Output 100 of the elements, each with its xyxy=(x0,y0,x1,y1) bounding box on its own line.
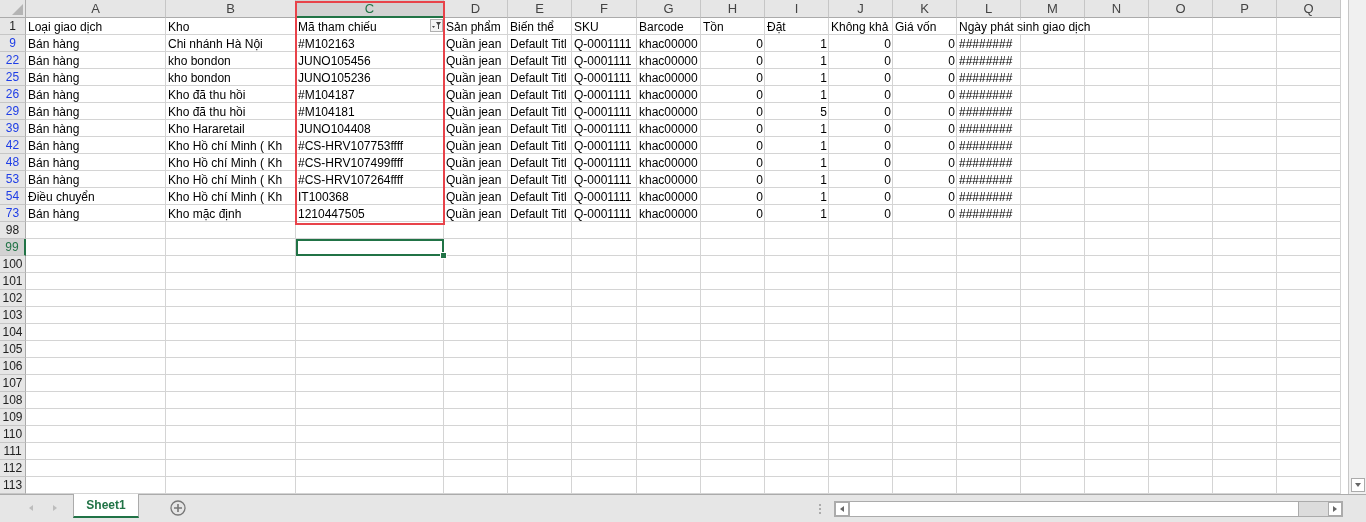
cell-text: Default Titl xyxy=(510,189,567,204)
row-header[interactable]: 109 xyxy=(0,409,26,426)
row-header[interactable]: 39 xyxy=(0,120,26,137)
row-header[interactable]: 25 xyxy=(0,69,26,86)
column-header[interactable]: K xyxy=(893,0,957,18)
row-header[interactable]: 106 xyxy=(0,358,26,375)
cell-text: 0 xyxy=(884,36,891,51)
column-header[interactable]: I xyxy=(765,0,829,18)
row-header[interactable]: 100 xyxy=(0,256,26,273)
column-title: Loại giao dịch xyxy=(28,19,103,34)
cell-text: Điều chuyển xyxy=(28,189,95,204)
row-header[interactable]: 1 xyxy=(0,18,26,35)
column-header[interactable]: H xyxy=(701,0,765,18)
row-header[interactable]: 42 xyxy=(0,137,26,154)
cell-text: kho bondon xyxy=(168,53,231,68)
select-all-button[interactable] xyxy=(0,0,26,18)
row-header[interactable]: 110 xyxy=(0,426,26,443)
row-header[interactable]: 113 xyxy=(0,477,26,494)
selected-cell[interactable] xyxy=(296,239,444,256)
row-header[interactable]: 98 xyxy=(0,222,26,239)
row-header[interactable]: 107 xyxy=(0,375,26,392)
cell-text: 0 xyxy=(884,104,891,119)
cell-text: Kho Hồ chí Minh ( Kh xyxy=(168,172,283,187)
cell-text: Q-0001111 xyxy=(574,172,632,187)
cell-text: Bán hàng xyxy=(28,138,80,153)
column-header[interactable]: B xyxy=(166,0,296,18)
cell-text: Default Titl xyxy=(510,70,567,85)
cell-text: ######## xyxy=(959,121,1013,136)
row-header[interactable]: 102 xyxy=(0,290,26,307)
cell-text: Quần jean xyxy=(446,155,502,170)
row-header[interactable]: 101 xyxy=(0,273,26,290)
splitter-handle[interactable] xyxy=(818,501,822,513)
cell-text: khac00000 xyxy=(639,121,698,136)
row-header[interactable]: 53 xyxy=(0,171,26,188)
column-header[interactable]: D xyxy=(444,0,508,18)
column-header[interactable]: L xyxy=(957,0,1021,18)
scroll-right-button[interactable] xyxy=(1328,502,1342,516)
cell-text: ######## xyxy=(959,87,1013,102)
fill-handle[interactable] xyxy=(440,252,447,259)
row-header[interactable]: 22 xyxy=(0,52,26,69)
column-title: Ngày phát sinh giao dịch xyxy=(959,19,1091,34)
caret-right-icon xyxy=(1331,505,1339,513)
scroll-down-button[interactable] xyxy=(1350,478,1365,492)
row-header[interactable]: 26 xyxy=(0,86,26,103)
cell-text: Default Titl xyxy=(510,87,567,102)
column-header[interactable]: O xyxy=(1149,0,1213,18)
column-title: Kho xyxy=(168,19,190,34)
triangle-icon xyxy=(12,4,23,15)
row-header[interactable]: 54 xyxy=(0,188,26,205)
cell-text: 1 xyxy=(820,155,827,170)
row-header[interactable]: 105 xyxy=(0,341,26,358)
caret-left-icon xyxy=(838,505,846,513)
row-header[interactable]: 29 xyxy=(0,103,26,120)
row-header[interactable]: 108 xyxy=(0,392,26,409)
cell-text: Default Titl xyxy=(510,155,567,170)
column-title: Biến thể xyxy=(510,19,555,34)
column-header[interactable]: E xyxy=(508,0,572,18)
cell-text: Kho Hồ chí Minh ( Kh xyxy=(168,138,283,153)
cell-text: Default Titl xyxy=(510,138,567,153)
cell-text: Quần jean xyxy=(446,189,502,204)
cell-text: 0 xyxy=(884,206,891,221)
cell-text: 0 xyxy=(884,155,891,170)
scroll-thumb[interactable] xyxy=(849,502,1299,516)
column-header[interactable]: J xyxy=(829,0,893,18)
cell-text: Q-0001111 xyxy=(574,138,632,153)
cell-text: 0 xyxy=(756,121,763,136)
column-header[interactable]: M xyxy=(1021,0,1085,18)
column-header[interactable]: A xyxy=(26,0,166,18)
cell-text: 0 xyxy=(948,87,955,102)
column-header[interactable]: Q xyxy=(1277,0,1341,18)
horizontal-scrollbar[interactable] xyxy=(834,501,1343,517)
column-title: SKU xyxy=(574,19,599,34)
column-header[interactable]: P xyxy=(1213,0,1277,18)
scroll-left-button[interactable] xyxy=(835,502,849,516)
row-header[interactable]: 111 xyxy=(0,443,26,460)
cell-text: 0 xyxy=(756,104,763,119)
cell-text: 1 xyxy=(820,121,827,136)
column-header[interactable]: G xyxy=(637,0,701,18)
column-header[interactable]: N xyxy=(1085,0,1149,18)
cell-text: 1 xyxy=(820,36,827,51)
filter-button[interactable] xyxy=(430,19,443,32)
cell-text: khac00000 xyxy=(639,138,698,153)
cell-text: JUNO105236 xyxy=(298,70,371,85)
row-header[interactable]: 99 xyxy=(0,239,26,256)
cell-text: Default Titl xyxy=(510,104,567,119)
cell-text: khac00000 xyxy=(639,155,698,170)
row-header[interactable]: 103 xyxy=(0,307,26,324)
sheet-tab[interactable]: Sheet1 xyxy=(73,494,139,518)
row-header[interactable]: 112 xyxy=(0,460,26,477)
cell-text: Kho Hồ chí Minh ( Kh xyxy=(168,189,283,204)
vertical-scrollbar[interactable] xyxy=(1348,0,1366,494)
column-header[interactable]: F xyxy=(572,0,637,18)
row-header[interactable]: 48 xyxy=(0,154,26,171)
row-header[interactable]: 73 xyxy=(0,205,26,222)
cell-text: Q-0001111 xyxy=(574,104,632,119)
cell-text: ######## xyxy=(959,138,1013,153)
add-sheet-button[interactable] xyxy=(170,500,186,516)
row-header[interactable]: 9 xyxy=(0,35,26,52)
cell-text: khac00000 xyxy=(639,104,698,119)
row-header[interactable]: 104 xyxy=(0,324,26,341)
